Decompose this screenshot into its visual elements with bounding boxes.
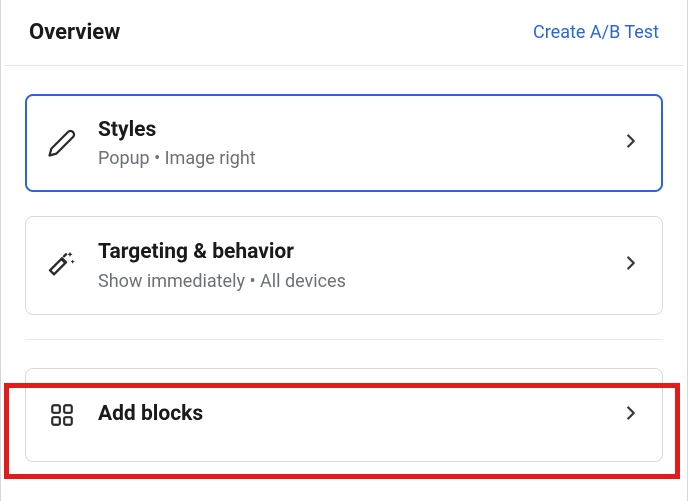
pencil-icon <box>44 125 80 161</box>
card-list: Styles Popup • Image right Ta <box>5 66 683 315</box>
chevron-right-icon <box>620 130 642 156</box>
add-blocks-body: Add blocks <box>98 401 620 428</box>
section-divider <box>25 339 663 340</box>
add-blocks-title: Add blocks <box>98 401 620 428</box>
magic-wand-icon <box>44 247 80 283</box>
overview-panel: Overview Create A/B Test Styles Popup • … <box>0 0 688 501</box>
targeting-title: Targeting & behavior <box>98 239 620 266</box>
chevron-right-icon <box>620 402 642 428</box>
blocks-icon <box>44 397 80 433</box>
panel-header: Overview Create A/B Test <box>5 0 683 66</box>
styles-card[interactable]: Styles Popup • Image right <box>25 94 663 192</box>
styles-title: Styles <box>98 117 620 144</box>
chevron-right-icon <box>620 252 642 278</box>
targeting-card-body: Targeting & behavior Show immediately • … <box>98 239 620 291</box>
add-blocks-card[interactable]: Add blocks <box>25 368 663 462</box>
styles-card-body: Styles Popup • Image right <box>98 117 620 169</box>
page-title: Overview <box>29 20 120 45</box>
targeting-subtitle: Show immediately • All devices <box>98 271 620 292</box>
create-ab-test-link[interactable]: Create A/B Test <box>533 22 659 43</box>
targeting-card[interactable]: Targeting & behavior Show immediately • … <box>25 216 663 314</box>
styles-subtitle: Popup • Image right <box>98 148 620 169</box>
